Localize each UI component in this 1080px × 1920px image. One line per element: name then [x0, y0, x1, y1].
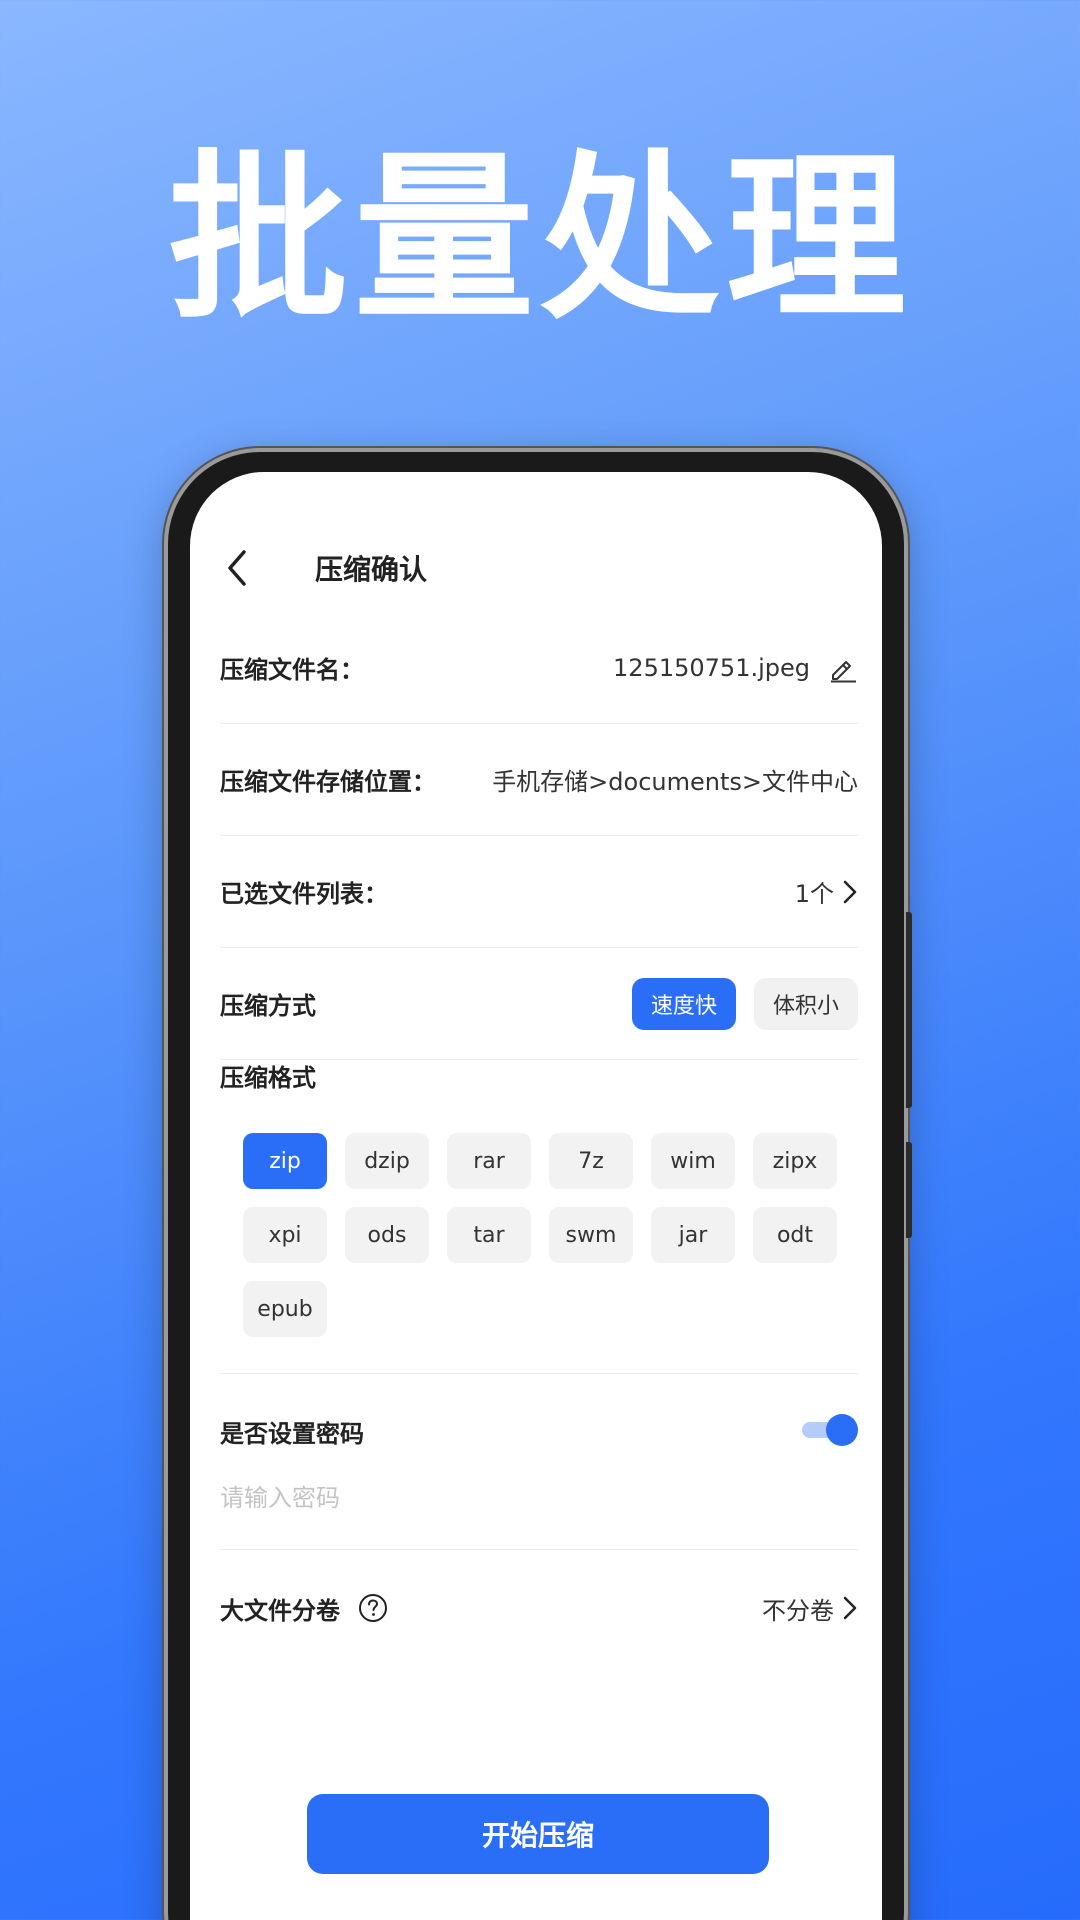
selected-files-label: 已选文件列表： — [220, 880, 388, 908]
phone-side-button — [906, 1142, 912, 1238]
password-section: 是否设置密码 — [220, 1374, 858, 1550]
format-chip[interactable]: swm — [549, 1207, 633, 1263]
format-chip[interactable]: epub — [243, 1281, 327, 1337]
start-compress-button[interactable]: 开始压缩 — [307, 1794, 769, 1874]
split-value-group: 不分卷 — [762, 1591, 858, 1626]
format-chip[interactable]: zipx — [753, 1133, 837, 1189]
location-label: 压缩文件存储位置： — [220, 768, 436, 796]
phone-screen: 压缩确认 压缩文件名： 125150751.jpeg 压缩文件存储位置： 手机存… — [190, 472, 882, 1920]
format-grid: zip dzip rar 7z wim zipx xpi ods tar swm… — [243, 1133, 843, 1337]
filename-label: 压缩文件名： — [220, 656, 364, 684]
chevron-right-icon — [843, 880, 857, 903]
format-chip[interactable]: xpi — [243, 1207, 327, 1263]
page-title: 压缩确认 — [315, 553, 428, 586]
toggle-knob — [826, 1414, 858, 1446]
format-chip[interactable]: tar — [447, 1207, 531, 1263]
filename-row[interactable]: 压缩文件名： 125150751.jpeg — [220, 612, 858, 724]
split-row[interactable]: 大文件分卷 不分卷 — [220, 1552, 858, 1664]
location-row[interactable]: 压缩文件存储位置： 手机存储>documents>文件中心 — [220, 724, 858, 836]
pencil-icon[interactable] — [828, 653, 858, 683]
split-label-group: 大文件分卷 — [220, 1591, 388, 1626]
format-section: 压缩格式 zip dzip rar 7z wim zipx xpi ods ta… — [220, 1030, 858, 1374]
filename-value-group: 125150751.jpeg — [613, 653, 858, 683]
chevron-left-icon[interactable] — [218, 546, 258, 590]
split-label: 大文件分卷 — [220, 1596, 340, 1625]
split-value: 不分卷 — [762, 1596, 834, 1625]
format-chip[interactable]: ods — [345, 1207, 429, 1263]
password-label: 是否设置密码 — [220, 1420, 364, 1448]
phone-side-button — [906, 912, 912, 1108]
format-chip[interactable]: wim — [651, 1133, 735, 1189]
method-segmented-control: 速度快 体积小 — [632, 977, 858, 1030]
filename-value: 125150751.jpeg — [613, 653, 810, 682]
format-chip[interactable]: zip — [243, 1133, 327, 1189]
method-option-fast[interactable]: 速度快 — [632, 977, 736, 1030]
format-chip[interactable]: 7z — [549, 1133, 633, 1189]
format-chip[interactable]: odt — [753, 1207, 837, 1263]
selected-files-count: 1个 — [794, 880, 834, 908]
format-chip[interactable]: rar — [447, 1133, 531, 1189]
format-chip[interactable]: jar — [651, 1207, 735, 1263]
password-input[interactable] — [220, 1480, 720, 1516]
question-circle-icon[interactable] — [358, 1593, 388, 1623]
method-option-small[interactable]: 体积小 — [754, 977, 858, 1030]
chevron-right-icon — [843, 1596, 857, 1620]
format-label: 压缩格式 — [220, 1064, 316, 1092]
selected-files-value-group: 1个 — [795, 874, 858, 909]
location-value: 手机存储>documents>文件中心 — [492, 768, 858, 796]
top-bar: 压缩确认 — [190, 532, 882, 604]
method-label: 压缩方式 — [220, 992, 316, 1020]
headline: 批量处理 — [167, 135, 912, 344]
selected-files-row[interactable]: 已选文件列表： 1个 — [220, 836, 858, 948]
password-toggle[interactable] — [802, 1412, 858, 1448]
format-chip[interactable]: dzip — [345, 1133, 429, 1189]
